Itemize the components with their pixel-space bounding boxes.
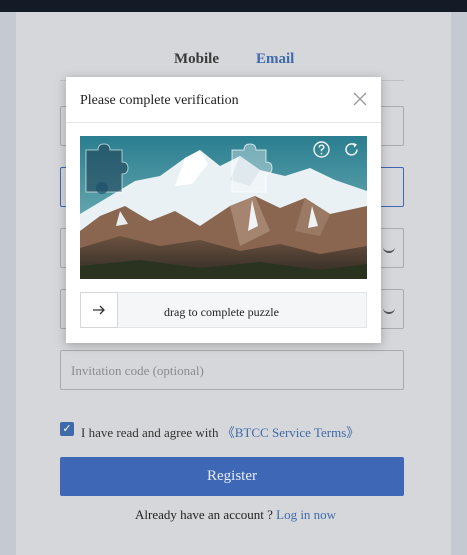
agree-checkbox[interactable]: ✓ (60, 422, 74, 436)
slider-handle[interactable] (80, 292, 118, 328)
puzzle-slider-track[interactable]: drag to complete puzzle (80, 292, 367, 328)
agree-statement: I have read and agree with 《BTCC Service… (81, 422, 359, 441)
arrow-right-icon (93, 305, 105, 315)
close-icon[interactable] (353, 92, 367, 106)
tab-email[interactable]: Email (256, 51, 294, 68)
invitation-code-placeholder: Invitation code (optional) (71, 363, 204, 378)
register-button[interactable]: Register (60, 457, 404, 496)
puzzle-slot (231, 143, 273, 193)
tab-mobile[interactable]: Mobile (174, 51, 219, 68)
invitation-code-field[interactable]: Invitation code (optional) (60, 350, 404, 390)
help-icon[interactable] (313, 141, 330, 158)
login-link[interactable]: Log in now (276, 507, 336, 522)
slider-hint: drag to complete puzzle (164, 305, 279, 319)
eye-closed-icon[interactable] (383, 304, 395, 314)
modal-divider (66, 122, 381, 123)
login-method-tabs: Mobile Email (174, 51, 294, 68)
service-terms-link[interactable]: 《BTCC Service Terms》 (222, 425, 360, 440)
eye-closed-icon[interactable] (383, 243, 395, 253)
top-bar (0, 0, 467, 12)
page-margin-left (0, 12, 16, 555)
page-margin-right (451, 12, 467, 555)
refresh-icon[interactable] (343, 141, 360, 158)
agree-label: I have read and agree with (81, 425, 219, 440)
verification-modal: Please complete verification drag to com… (66, 77, 381, 343)
modal-title: Please complete verification (80, 93, 239, 108)
login-prompt: Already have an account ? Log in now (135, 507, 336, 523)
puzzle-image (80, 136, 367, 279)
login-prompt-text: Already have an account ? (135, 507, 273, 522)
